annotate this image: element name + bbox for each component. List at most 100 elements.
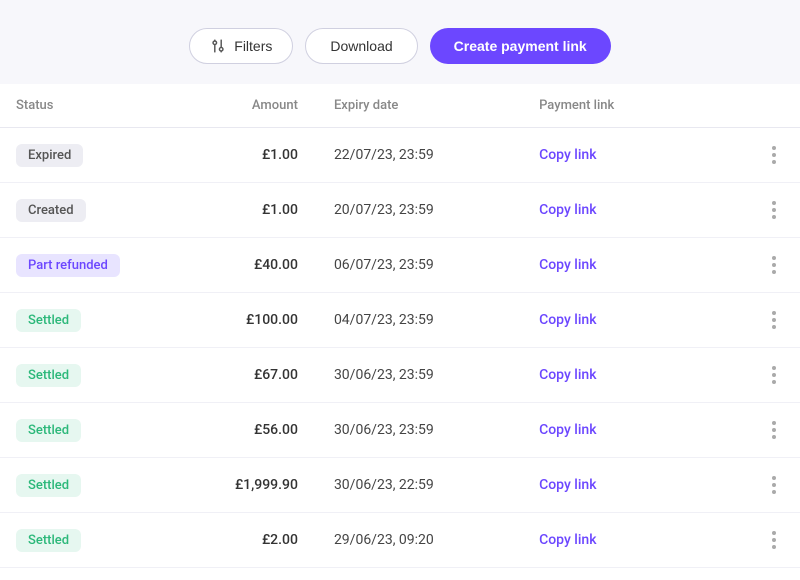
status-cell: Settled <box>0 348 205 403</box>
status-cell: Settled <box>0 293 205 348</box>
filters-icon <box>210 38 226 54</box>
dot <box>772 380 776 384</box>
expiry-cell: 22/07/23, 23:59 <box>318 128 523 183</box>
payment-link-cell: Copy link <box>523 238 749 293</box>
dot <box>772 538 776 542</box>
dot <box>772 153 776 157</box>
table-row: Settled £2.00 29/06/23, 09:20 Copy link <box>0 513 800 568</box>
status-cell: Part refunded <box>0 238 205 293</box>
filters-label: Filters <box>234 38 272 54</box>
amount-cell: £100.00 <box>205 293 318 348</box>
dot <box>772 545 776 549</box>
copy-link-button[interactable]: Copy link <box>539 312 596 328</box>
table-row: Settled £67.00 30/06/23, 23:59 Copy link <box>0 348 800 403</box>
row-menu-button[interactable] <box>765 417 784 443</box>
payment-link-cell: Copy link <box>523 513 749 568</box>
dot <box>772 476 776 480</box>
expiry-cell: 29/06/23, 09:20 <box>318 513 523 568</box>
status-cell: Settled <box>0 403 205 458</box>
payment-link-cell: Copy link <box>523 348 749 403</box>
row-menu-button[interactable] <box>765 197 784 223</box>
column-header-status: Status <box>0 84 205 128</box>
expiry-cell: 06/07/23, 23:59 <box>318 238 523 293</box>
status-badge: Settled <box>16 529 81 552</box>
table-row: Expired £1.00 22/07/23, 23:59 Copy link <box>0 128 800 183</box>
status-cell: Settled <box>0 513 205 568</box>
copy-link-button[interactable]: Copy link <box>539 532 596 548</box>
row-menu-button[interactable] <box>765 252 784 278</box>
dot <box>772 318 776 322</box>
row-menu-button[interactable] <box>765 527 784 553</box>
status-badge: Settled <box>16 309 81 332</box>
menu-cell <box>749 458 800 513</box>
dot <box>772 208 776 212</box>
row-menu-button[interactable] <box>765 362 784 388</box>
copy-link-button[interactable]: Copy link <box>539 367 596 383</box>
copy-link-button[interactable]: Copy link <box>539 202 596 218</box>
status-cell: Settled <box>0 458 205 513</box>
status-cell: Created <box>0 183 205 238</box>
table-row: Settled £1,999.90 30/06/23, 22:59 Copy l… <box>0 458 800 513</box>
dot <box>772 270 776 274</box>
dot <box>772 146 776 150</box>
column-header-expiry: Expiry date <box>318 84 523 128</box>
copy-link-button[interactable]: Copy link <box>539 257 596 273</box>
amount-cell: £1,999.90 <box>205 458 318 513</box>
create-payment-link-button[interactable]: Create payment link <box>430 28 611 64</box>
amount-cell: £56.00 <box>205 403 318 458</box>
dot <box>772 490 776 494</box>
dot <box>772 428 776 432</box>
dot <box>772 311 776 315</box>
dot <box>772 263 776 267</box>
dot <box>772 531 776 535</box>
dot <box>772 256 776 260</box>
table-row: Created £1.00 20/07/23, 23:59 Copy link <box>0 183 800 238</box>
filters-button[interactable]: Filters <box>189 28 293 64</box>
dot <box>772 201 776 205</box>
expiry-cell: 04/07/23, 23:59 <box>318 293 523 348</box>
dot <box>772 421 776 425</box>
payment-link-cell: Copy link <box>523 458 749 513</box>
copy-link-button[interactable]: Copy link <box>539 477 596 493</box>
download-button[interactable]: Download <box>305 28 417 64</box>
row-menu-button[interactable] <box>765 472 784 498</box>
dot <box>772 160 776 164</box>
table-row: Settled £56.00 30/06/23, 23:59 Copy link <box>0 403 800 458</box>
status-badge: Part refunded <box>16 254 120 277</box>
dot <box>772 366 776 370</box>
dot <box>772 215 776 219</box>
payment-link-cell: Copy link <box>523 128 749 183</box>
status-cell: Expired <box>0 128 205 183</box>
row-menu-button[interactable] <box>765 307 784 333</box>
column-header-amount: Amount <box>205 84 318 128</box>
menu-cell <box>749 293 800 348</box>
status-badge: Created <box>16 199 86 222</box>
table-row: Part refunded £40.00 06/07/23, 23:59 Cop… <box>0 238 800 293</box>
row-menu-button[interactable] <box>765 142 784 168</box>
copy-link-button[interactable]: Copy link <box>539 147 596 163</box>
expiry-cell: 20/07/23, 23:59 <box>318 183 523 238</box>
status-badge: Expired <box>16 144 83 167</box>
menu-cell <box>749 183 800 238</box>
menu-cell <box>749 403 800 458</box>
dot <box>772 325 776 329</box>
menu-cell <box>749 348 800 403</box>
dot <box>772 435 776 439</box>
status-badge: Settled <box>16 474 81 497</box>
table-row: Settled £100.00 04/07/23, 23:59 Copy lin… <box>0 293 800 348</box>
payment-link-cell: Copy link <box>523 403 749 458</box>
menu-cell <box>749 238 800 293</box>
amount-cell: £1.00 <box>205 128 318 183</box>
copy-link-button[interactable]: Copy link <box>539 422 596 438</box>
payment-link-cell: Copy link <box>523 293 749 348</box>
amount-cell: £1.00 <box>205 183 318 238</box>
dot <box>772 483 776 487</box>
amount-cell: £40.00 <box>205 238 318 293</box>
menu-cell <box>749 513 800 568</box>
status-badge: Settled <box>16 419 81 442</box>
payment-link-cell: Copy link <box>523 183 749 238</box>
create-label: Create payment link <box>454 38 587 54</box>
payment-links-table: Status Amount Expiry date Payment link <box>0 84 800 580</box>
amount-cell: £67.00 <box>205 348 318 403</box>
expiry-cell: 30/06/23, 22:59 <box>318 458 523 513</box>
